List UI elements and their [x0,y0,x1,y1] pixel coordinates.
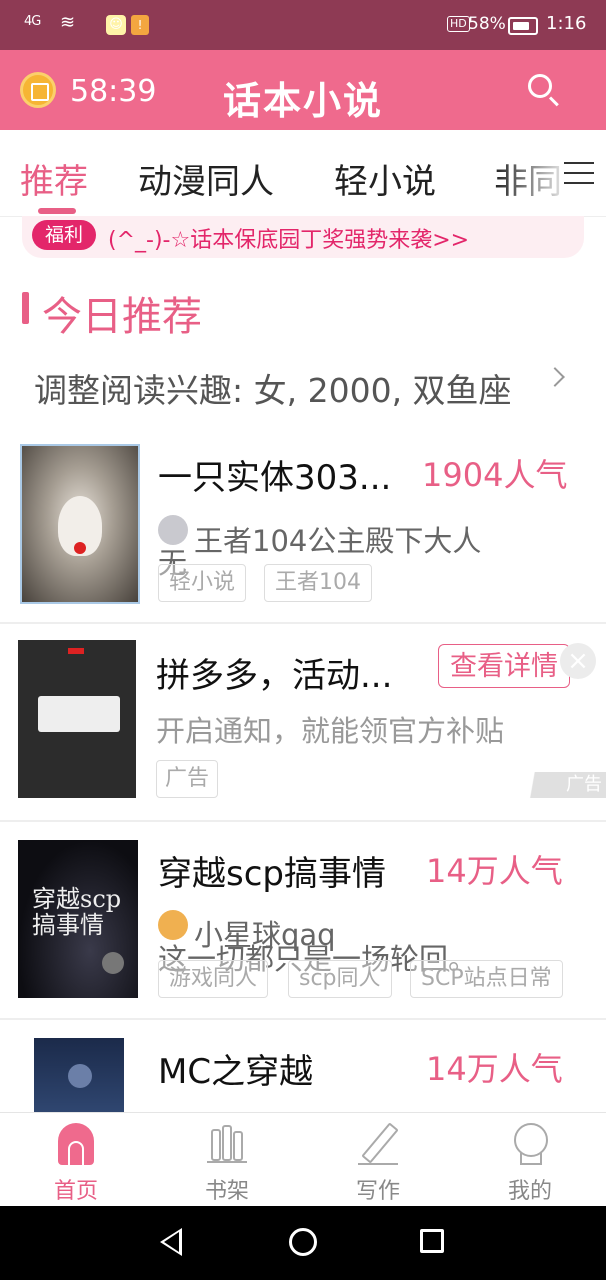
chevron-right-icon[interactable] [545,367,565,387]
book-tag[interactable]: scp同人 [288,960,392,998]
home-icon [56,1123,96,1165]
book-tag[interactable]: 王者104 [264,564,372,602]
ad-tag: 广告 [156,760,219,798]
book-title[interactable]: MC之穿越 [158,1044,313,1093]
book-author[interactable]: 王者104公主殿下大人 [194,518,481,560]
home-button-icon[interactable] [289,1228,317,1256]
menu-icon[interactable] [564,160,594,186]
cover-text: 穿越scp搞事情 [32,885,122,939]
battery-percent: 58% [468,14,506,34]
signal-icon: 4G [24,14,41,29]
book-title[interactable]: 穿越scp搞事情 [158,846,386,895]
section-marker [22,292,29,324]
nav-label: 写作 [355,1179,400,1204]
list-divider [0,820,606,822]
status-time: 1:16 [546,13,587,34]
book-cover[interactable] [34,1038,124,1112]
category-tabs: 推荐 动漫同人 轻小说 非同 [0,130,606,217]
app-title: 话本小说 [222,79,383,123]
tab-anime-fanfic[interactable]: 动漫同人 [138,154,274,203]
view-details-button[interactable]: 查看详情 [438,644,570,688]
battery-icon [508,17,538,35]
hd-badge: HD [447,16,470,32]
notice-text[interactable]: (^_-)-☆话本保底园丁奖强势来袭>> [108,222,469,254]
wifi-icon: ≋ [60,12,76,33]
book-tag[interactable]: SCP站点日常 [410,960,563,998]
book-popularity: 14万人气 [426,852,563,890]
tab-light-novel[interactable]: 轻小说 [334,154,436,203]
notification-app-icon: ☺ [106,15,126,35]
system-nav-bar [0,1206,606,1280]
book-tag[interactable]: 轻小说 [158,564,247,602]
bottom-nav: 首页 书架 写作 我的 [0,1112,606,1207]
nav-label: 首页 [53,1179,98,1204]
nav-home[interactable]: 首页 [0,1113,152,1207]
book-popularity: 14万人气 [426,1050,563,1088]
back-icon[interactable] [160,1228,182,1256]
ad-title[interactable]: 拼多多，活动... [156,648,392,697]
welfare-badge: 福利 [32,220,96,250]
active-tab-indicator [38,208,76,214]
ad-description: 开启通知，就能领官方补贴 [156,714,505,748]
app-header: 58:39 话本小说 [0,50,606,130]
nav-bookshelf[interactable]: 书架 [151,1113,303,1207]
pen-icon [358,1122,399,1165]
profile-icon [510,1123,550,1165]
book-cover[interactable] [20,444,140,604]
ad-mark: 广告 [520,772,606,798]
nav-label: 书架 [204,1179,249,1204]
book-title[interactable]: 一只实体303... [158,450,391,499]
close-icon[interactable]: × [560,643,596,679]
notice-banner[interactable]: 福利 (^_-)-☆话本保底园丁奖强势来袭>> [22,216,584,258]
notification-alert-icon: ! [131,15,149,35]
reading-preference-link[interactable]: 调整阅读兴趣: 女, 2000, 双鱼座 [34,364,512,412]
nav-label: 我的 [507,1179,552,1204]
list-divider [0,622,606,624]
book-popularity: 1904人气 [422,456,568,494]
bookshelf-icon [207,1123,247,1165]
recent-apps-icon[interactable] [420,1229,444,1253]
status-bar: 4G ≋ ☺ ! HD 58% 1:16 [0,0,606,50]
tab-recommend[interactable]: 推荐 [20,154,88,203]
nav-profile[interactable]: 我的 [454,1113,606,1207]
list-divider [0,1018,606,1020]
search-icon[interactable] [528,74,552,98]
section-title: 今日推荐 [42,294,202,340]
book-cover[interactable]: 穿越scp搞事情 [18,840,138,998]
book-tag[interactable]: 游戏同人 [158,960,269,998]
ad-image[interactable] [18,640,136,798]
nav-write[interactable]: 写作 [302,1113,454,1207]
